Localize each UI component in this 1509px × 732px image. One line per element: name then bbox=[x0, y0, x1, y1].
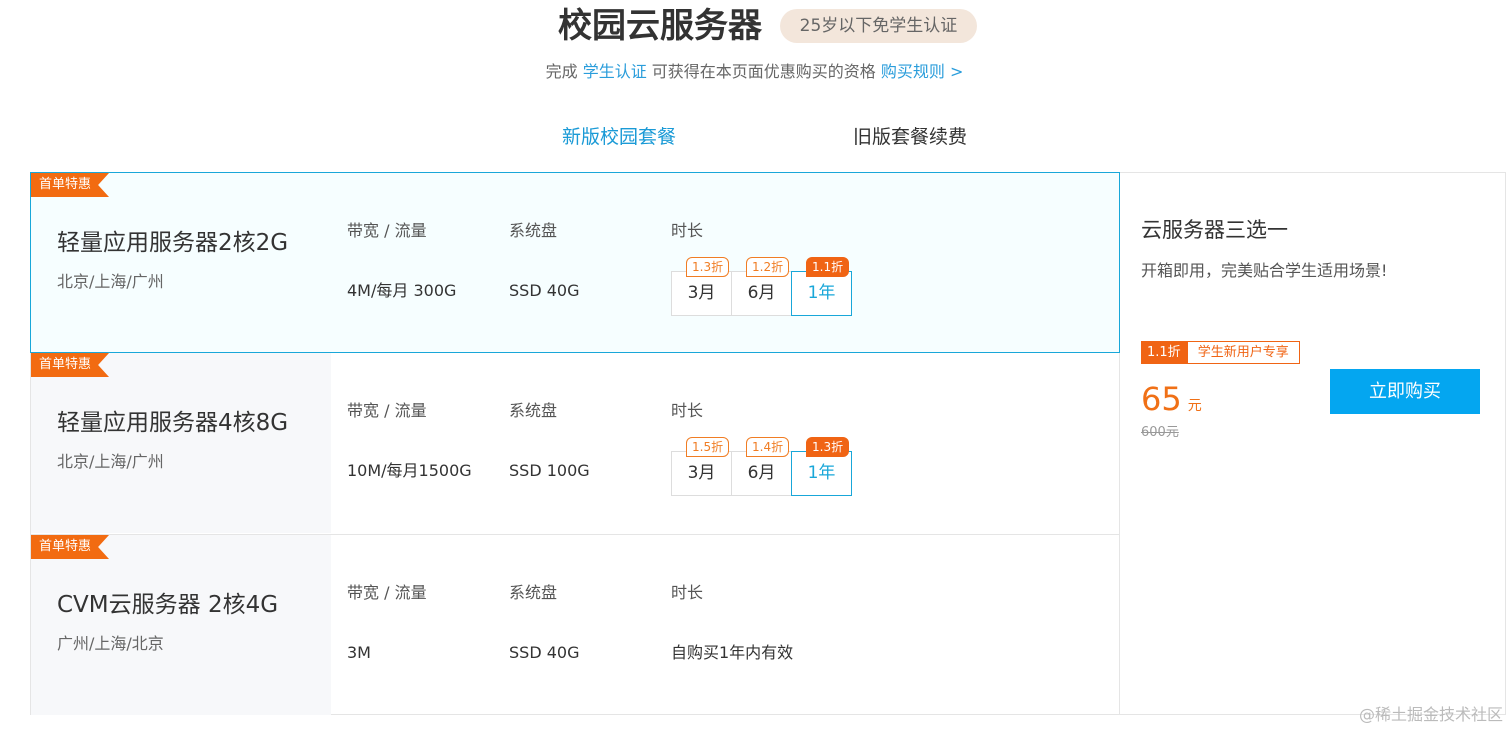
price-unit: 元 bbox=[1187, 398, 1202, 414]
plan-row-lighthouse-2c2g[interactable]: 首单特惠 轻量应用服务器2核2G 北京/上海/广州 带宽 / 流量 系统盘 时长… bbox=[30, 172, 1120, 353]
plan-info: 首单特惠 CVM云服务器 2核4G 广州/上海/北京 bbox=[31, 535, 331, 715]
disk-label: 系统盘 bbox=[509, 583, 558, 602]
subtitle-middle: 可获得在本页面优惠购买的资格 bbox=[646, 62, 881, 81]
watermark: @稀土掘金技术社区 bbox=[1358, 705, 1503, 724]
age-exemption-badge: 25岁以下免学生认证 bbox=[780, 9, 977, 43]
disk-label: 系统盘 bbox=[509, 401, 558, 420]
tab-old-package-renewal[interactable]: 旧版套餐续费 bbox=[853, 123, 967, 151]
panel-badges: 1.1折 学生新用户专享 bbox=[1141, 341, 1300, 364]
discount-badge: 1.2折 bbox=[746, 257, 790, 277]
plan-region: 北京/上海/广州 bbox=[57, 452, 164, 471]
panel-title: 云服务器三选一 bbox=[1141, 218, 1288, 242]
duration-option-label: 1年 bbox=[807, 463, 836, 483]
price: 65 元 bbox=[1141, 379, 1202, 419]
duration-option-label: 3月 bbox=[687, 283, 716, 303]
price-value: 65 bbox=[1141, 380, 1182, 418]
discount-badge: 1.4折 bbox=[746, 437, 790, 457]
plan-name: 轻量应用服务器2核2G bbox=[57, 230, 289, 256]
disk-value: SSD 40G bbox=[509, 281, 580, 300]
duration-option-label: 3月 bbox=[687, 463, 716, 483]
discount-badge: 1.1折 bbox=[806, 257, 850, 277]
duration-label: 时长 bbox=[671, 221, 704, 240]
plan-region: 北京/上海/广州 bbox=[57, 272, 164, 291]
subtitle: 完成 学生认证 可获得在本页面优惠购买的资格 购买规则 > bbox=[0, 60, 1509, 84]
disk-value: SSD 100G bbox=[509, 461, 590, 480]
plan-row-lighthouse-4c8g[interactable]: 首单特惠 轻量应用服务器4核8G 北京/上海/广州 带宽 / 流量 系统盘 时长… bbox=[31, 353, 1119, 533]
discount-badge: 1.5折 bbox=[686, 437, 730, 457]
page-title: 校园云服务器 bbox=[558, 6, 762, 46]
duration-label: 时长 bbox=[671, 583, 704, 602]
buy-now-button[interactable]: 立即购买 bbox=[1330, 369, 1480, 414]
disk-value: SSD 40G bbox=[509, 643, 580, 662]
disk-label: 系统盘 bbox=[509, 221, 558, 240]
discount-badge: 1.3折 bbox=[686, 257, 730, 277]
panel-description: 开箱即用，完美贴合学生适用场景! bbox=[1141, 261, 1388, 280]
duration-option-1y[interactable]: 1.3折 1年 bbox=[791, 437, 852, 496]
bandwidth-value: 3M bbox=[347, 643, 371, 662]
plan-info: 首单特惠 轻量应用服务器2核2G 北京/上海/广州 bbox=[31, 173, 331, 352]
subtitle-prefix: 完成 bbox=[545, 62, 583, 81]
new-user-badge: 学生新用户专享 bbox=[1186, 341, 1300, 364]
bandwidth-value: 10M/每月1500G bbox=[347, 461, 472, 480]
duration-option-label: 6月 bbox=[747, 463, 776, 483]
plan-name: 轻量应用服务器4核8G bbox=[57, 410, 289, 436]
duration-value: 自购买1年内有效 bbox=[671, 643, 794, 662]
duration-selector: 1.5折 3月 1.4折 6月 1.3折 1年 bbox=[671, 437, 852, 496]
duration-option-label: 6月 bbox=[747, 283, 776, 303]
duration-label: 时长 bbox=[671, 401, 704, 420]
bandwidth-value: 4M/每月 300G bbox=[347, 281, 457, 300]
duration-option-1y[interactable]: 1.1折 1年 bbox=[791, 257, 852, 316]
purchase-panel: 云服务器三选一 开箱即用，完美贴合学生适用场景! 1.1折 学生新用户专享 65… bbox=[1120, 172, 1506, 715]
plan-list: 首单特惠 轻量应用服务器2核2G 北京/上海/广州 带宽 / 流量 系统盘 时长… bbox=[30, 172, 1120, 715]
original-price: 600元 bbox=[1141, 425, 1179, 440]
bandwidth-label: 带宽 / 流量 bbox=[347, 583, 427, 602]
purchase-rules-link[interactable]: 购买规则 > bbox=[881, 62, 964, 81]
discount-badge: 1.3折 bbox=[806, 437, 850, 457]
tab-new-campus-package[interactable]: 新版校园套餐 bbox=[562, 123, 676, 151]
plan-row-cvm-2c4g[interactable]: 首单特惠 CVM云服务器 2核4G 广州/上海/北京 带宽 / 流量 系统盘 时… bbox=[31, 534, 1119, 715]
plan-name: CVM云服务器 2核4G bbox=[57, 592, 279, 618]
plan-info: 首单特惠 轻量应用服务器4核8G 北京/上海/广州 bbox=[31, 353, 331, 533]
duration-selector: 1.3折 3月 1.2折 6月 1.1折 1年 bbox=[671, 257, 852, 316]
duration-option-3m[interactable]: 1.5折 3月 bbox=[671, 437, 732, 496]
discount-badge: 1.1折 bbox=[1141, 341, 1187, 364]
duration-option-3m[interactable]: 1.3折 3月 bbox=[671, 257, 732, 316]
bandwidth-label: 带宽 / 流量 bbox=[347, 401, 427, 420]
first-order-tag: 首单特惠 bbox=[31, 173, 110, 197]
duration-option-6m[interactable]: 1.2折 6月 bbox=[731, 257, 792, 316]
duration-option-6m[interactable]: 1.4折 6月 bbox=[731, 437, 792, 496]
title-row: 校园云服务器 25岁以下免学生认证 bbox=[0, 6, 1509, 46]
plan-region: 广州/上海/北京 bbox=[57, 634, 164, 653]
bandwidth-label: 带宽 / 流量 bbox=[347, 221, 427, 240]
duration-option-label: 1年 bbox=[807, 283, 836, 303]
first-order-tag: 首单特惠 bbox=[31, 353, 110, 377]
first-order-tag: 首单特惠 bbox=[31, 535, 110, 559]
student-verify-link[interactable]: 学生认证 bbox=[583, 62, 647, 81]
